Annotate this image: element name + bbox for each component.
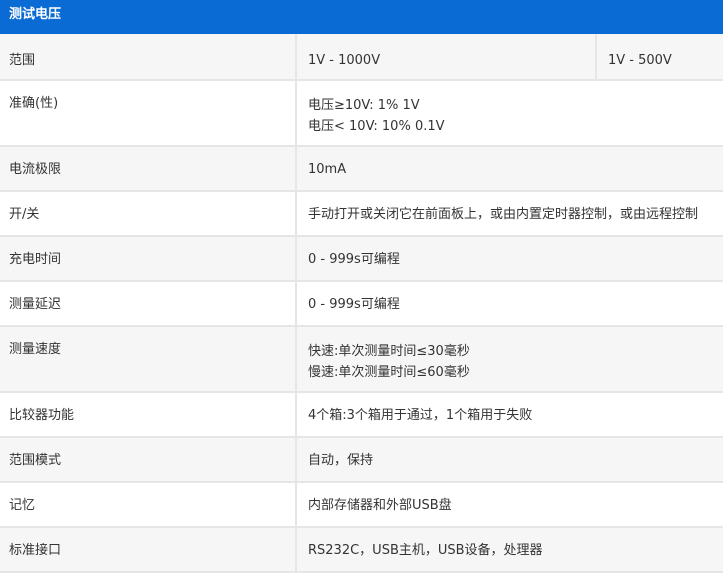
row-value: 自动，保持 bbox=[308, 453, 374, 468]
row-value: 内部存储器和外部USB盘 bbox=[308, 498, 452, 513]
row-value: 0 - 999s可编程 bbox=[308, 252, 400, 267]
table-row: 测量速度 快速:单次测量时间≤30毫秒 慢速:单次测量时间≤60毫秒 bbox=[0, 327, 723, 393]
row-value: 1V - 1000V bbox=[297, 34, 597, 79]
row-label: 准确(性) bbox=[0, 81, 297, 145]
row-value: 电压≥10V: 1% 1V 电压< 10V: 10% 0.1V bbox=[297, 81, 445, 145]
row-label: 充电时间 bbox=[0, 237, 297, 280]
row-value-line: 慢速:单次测量时间≤60毫秒 bbox=[308, 365, 470, 380]
row-value: 快速:单次测量时间≤30毫秒 慢速:单次测量时间≤60毫秒 bbox=[297, 327, 470, 391]
table-row: 准确(性) 电压≥10V: 1% 1V 电压< 10V: 10% 0.1V bbox=[0, 81, 723, 147]
table-row: 记忆 内部存储器和外部USB盘 bbox=[0, 483, 723, 528]
row-value-line: 快速:单次测量时间≤30毫秒 bbox=[308, 344, 470, 359]
spec-table: 测试电压 范围 1V - 1000V 1V - 500V 准确(性) 电压≥10… bbox=[0, 0, 723, 580]
row-value: 0 - 999s可编程 bbox=[308, 297, 400, 312]
row-label: 比较器功能 bbox=[0, 393, 297, 436]
table-header: 测试电压 bbox=[0, 0, 723, 34]
table-row: 比较器功能 4个箱:3个箱用于通过，1个箱用于失败 bbox=[0, 393, 723, 438]
row-value-line: 电压< 10V: 10% 0.1V bbox=[308, 119, 445, 134]
row-value-secondary: 1V - 500V bbox=[608, 53, 672, 68]
row-value: RS232C，USB主机，USB设备，处理器 bbox=[308, 543, 543, 558]
table-row: 电流极限 10mA bbox=[0, 147, 723, 192]
table-body: 范围 1V - 1000V 1V - 500V 准确(性) 电压≥10V: 1%… bbox=[0, 34, 723, 573]
table-row: 充电时间 0 - 999s可编程 bbox=[0, 237, 723, 282]
row-label: 测量延迟 bbox=[0, 282, 297, 325]
row-label: 范围模式 bbox=[0, 438, 297, 481]
row-value: 10mA bbox=[308, 162, 347, 177]
table-row: 标准接口 RS232C，USB主机，USB设备，处理器 bbox=[0, 528, 723, 573]
table-row: 范围 1V - 1000V 1V - 500V bbox=[0, 34, 723, 81]
row-label: 开/关 bbox=[0, 192, 297, 235]
row-value: 4个箱:3个箱用于通过，1个箱用于失败 bbox=[308, 408, 533, 423]
row-value-line: 电压≥10V: 1% 1V bbox=[308, 98, 420, 113]
table-row: 测量延迟 0 - 999s可编程 bbox=[0, 282, 723, 327]
row-label: 记忆 bbox=[0, 483, 297, 526]
header-title: 测试电压 bbox=[9, 7, 62, 22]
row-label: 测量速度 bbox=[0, 327, 297, 391]
table-row: 开/关 手动打开或关闭它在前面板上，或由内置定时器控制，或由远程控制 bbox=[0, 192, 723, 237]
row-value: 手动打开或关闭它在前面板上，或由内置定时器控制，或由远程控制 bbox=[308, 207, 699, 222]
table-row: 范围模式 自动，保持 bbox=[0, 438, 723, 483]
row-label: 电流极限 bbox=[0, 147, 297, 190]
row-label: 标准接口 bbox=[0, 528, 297, 571]
row-label: 范围 bbox=[0, 34, 297, 79]
